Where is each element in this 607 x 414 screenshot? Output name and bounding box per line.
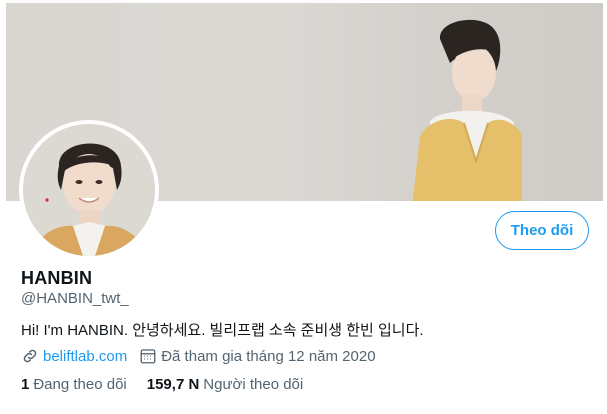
link-icon xyxy=(21,347,39,365)
profile-page: Theo dõi HANBIN @HANBIN_twt_ Hi! I'm HAN… xyxy=(0,0,607,414)
follow-button[interactable]: Theo dõi xyxy=(495,211,589,250)
followers-label: Người theo dõi xyxy=(203,376,304,393)
avatar-image xyxy=(23,124,155,256)
following-label: Đang theo dõi xyxy=(33,376,127,393)
profile-website-link[interactable]: beliftlab.com xyxy=(43,348,127,365)
following-count: 1 xyxy=(21,376,30,393)
profile-avatar[interactable] xyxy=(19,120,159,260)
profile-bio: Hi! I'm HANBIN. 안녕하세요. 빌리프랩 소속 준비생 한빈 입니… xyxy=(21,322,424,339)
calendar-icon xyxy=(139,347,157,365)
followers-count: 159,7 N xyxy=(146,376,200,393)
avatar-portrait xyxy=(23,124,155,256)
followers-stat[interactable]: 159,7 N Người theo dõi xyxy=(147,376,303,393)
profile-display-name: HANBIN xyxy=(21,268,93,288)
profile-joined-date: Đã tham gia tháng 12 năm 2020 xyxy=(161,347,376,365)
banner-person-figure xyxy=(412,19,522,201)
following-stat[interactable]: 1 Đang theo dõi xyxy=(21,376,127,393)
profile-meta: beliftlab.com Đã tham gia tháng 12 năm 2… xyxy=(21,347,376,365)
profile-handle: @HANBIN_twt_ xyxy=(21,290,129,307)
profile-stats: 1 Đang theo dõi 159,7 N Người theo dõi xyxy=(21,376,323,393)
